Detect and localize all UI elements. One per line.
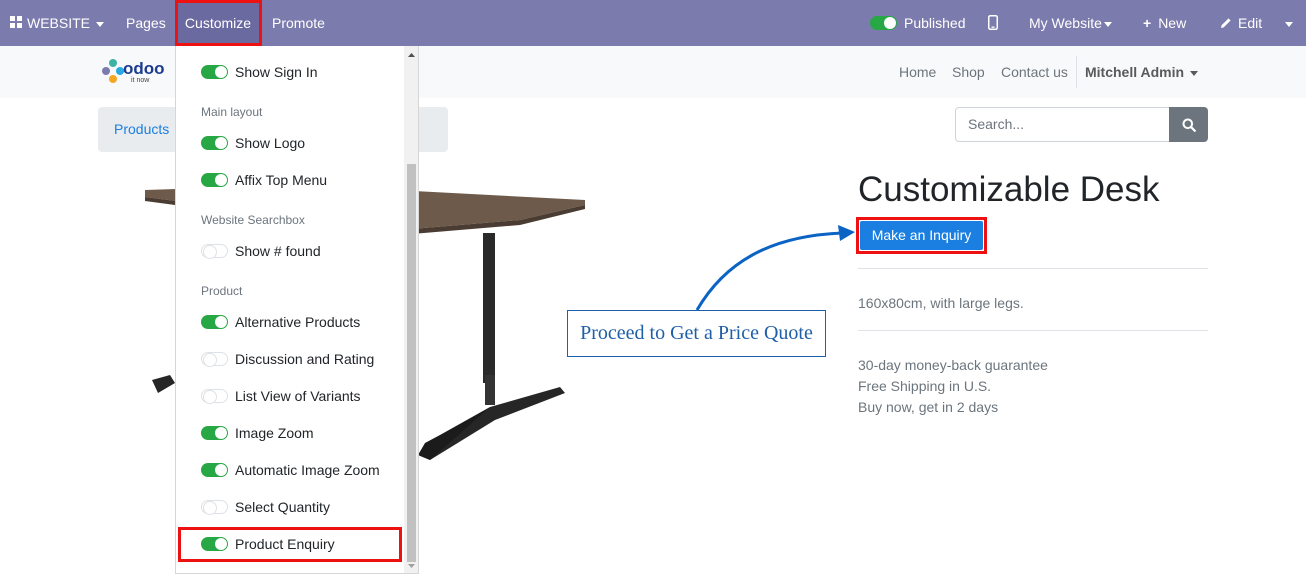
callout-arrow (695, 225, 855, 311)
option-label: Affix Top Menu (235, 172, 328, 188)
logo-subtext: it now (131, 77, 150, 84)
option-label: Show Sign In (235, 64, 318, 80)
guarantee-line: 30-day money-back guarantee (858, 357, 1048, 373)
published-toggle[interactable] (870, 16, 897, 30)
option-show-sign-in[interactable]: Show Sign In (201, 62, 318, 82)
breadcrumb-products[interactable]: Products (114, 121, 169, 137)
toggle-switch[interactable] (201, 500, 228, 515)
product-title: Customizable Desk (858, 170, 1160, 209)
option-discussion-rating[interactable]: Discussion and Rating (201, 349, 374, 369)
scroll-down-arrow-icon[interactable] (404, 560, 419, 572)
highlight-box-product-enquiry (178, 527, 402, 562)
option-label: Select Quantity (235, 499, 330, 515)
chevron-down-icon (1190, 70, 1199, 76)
section-header-website-searchbox: Website Searchbox (201, 213, 305, 227)
option-list-view-variants[interactable]: List View of Variants (201, 386, 361, 406)
nav-divider (1076, 56, 1077, 88)
toggle-switch[interactable] (201, 352, 228, 367)
mobile-phone-icon (988, 15, 998, 30)
guarantee-line: Free Shipping in U.S. (858, 378, 992, 394)
section-header-main-layout: Main layout (201, 105, 263, 119)
option-show-logo[interactable]: Show Logo (201, 133, 305, 153)
logo-text: odoo (123, 59, 165, 78)
option-label: Show # found (235, 243, 321, 259)
scroll-up-arrow-icon[interactable] (404, 49, 419, 61)
user-menu[interactable]: Mitchell Admin (1085, 46, 1199, 98)
chevron-down-icon (1285, 21, 1293, 27)
user-name: Mitchell Admin (1085, 64, 1185, 80)
toggle-switch[interactable] (201, 426, 228, 440)
edit-label: Edit (1238, 15, 1263, 31)
pencil-icon (1221, 18, 1231, 28)
chevron-down-icon (1103, 21, 1112, 27)
plus-icon: + (1143, 15, 1152, 31)
option-automatic-image-zoom[interactable]: Automatic Image Zoom (201, 460, 380, 480)
toggle-switch[interactable] (201, 136, 228, 150)
divider (858, 330, 1208, 331)
toggle-switch[interactable] (201, 244, 228, 259)
website-menu[interactable]: WEBSITE (10, 0, 105, 46)
option-label: Automatic Image Zoom (235, 462, 380, 478)
apps-grid-icon (10, 16, 23, 29)
chevron-down-icon (96, 21, 105, 27)
toggle-switch[interactable] (201, 65, 228, 79)
nav-home[interactable]: Home (899, 46, 936, 98)
nav-shop[interactable]: Shop (952, 46, 985, 98)
toggle-switch[interactable] (201, 173, 228, 187)
guarantee-line: Buy now, get in 2 days (858, 399, 999, 415)
option-label: Image Zoom (235, 425, 314, 441)
new-button[interactable]: + New (1143, 0, 1186, 46)
search-input[interactable]: Search... (955, 107, 1170, 142)
nav-contact-us[interactable]: Contact us (1001, 46, 1068, 98)
option-label: List View of Variants (235, 388, 361, 404)
logo-dots-icon (102, 59, 124, 83)
option-label: Discussion and Rating (235, 351, 375, 367)
website-menu-label: WEBSITE (27, 15, 91, 31)
search-icon (1182, 118, 1196, 132)
mobile-preview-button[interactable] (988, 0, 998, 46)
my-website-menu[interactable]: My Website (1029, 0, 1112, 46)
toggle-switch[interactable] (201, 463, 228, 477)
customize-dropdown: Show Sign In Main layout Show Logo Affix… (175, 46, 419, 574)
option-label: Show Logo (235, 135, 306, 151)
promote-menu[interactable]: Promote (272, 0, 325, 46)
search-button[interactable] (1169, 107, 1208, 142)
new-label: New (1158, 15, 1187, 31)
more-options-button[interactable] (1285, 0, 1293, 46)
highlight-box-inquiry-button (856, 217, 987, 254)
site-logo[interactable]: odoo it now (101, 56, 165, 88)
toggle-switch[interactable] (201, 389, 228, 404)
product-description: 160x80cm, with large legs. (858, 295, 1024, 311)
section-header-product: Product (201, 284, 243, 298)
pages-menu[interactable]: Pages (126, 0, 166, 46)
highlight-box-customize (175, 0, 262, 46)
option-image-zoom[interactable]: Image Zoom (201, 423, 314, 443)
edit-button[interactable]: Edit (1220, 0, 1262, 46)
option-alternative-products[interactable]: Alternative Products (201, 312, 360, 332)
callout-box: Proceed to Get a Price Quote (567, 310, 826, 357)
option-select-quantity[interactable]: Select Quantity (201, 497, 330, 517)
divider (858, 268, 1208, 269)
toggle-switch[interactable] (201, 315, 228, 329)
option-show-found[interactable]: Show # found (201, 241, 321, 261)
scrollbar-thumb[interactable] (407, 164, 416, 562)
my-website-label: My Website (1029, 15, 1102, 31)
option-label: Alternative Products (235, 314, 361, 330)
published-label: Published (904, 15, 966, 31)
option-affix-top-menu[interactable]: Affix Top Menu (201, 170, 327, 190)
dropdown-scrollbar[interactable] (404, 46, 419, 573)
